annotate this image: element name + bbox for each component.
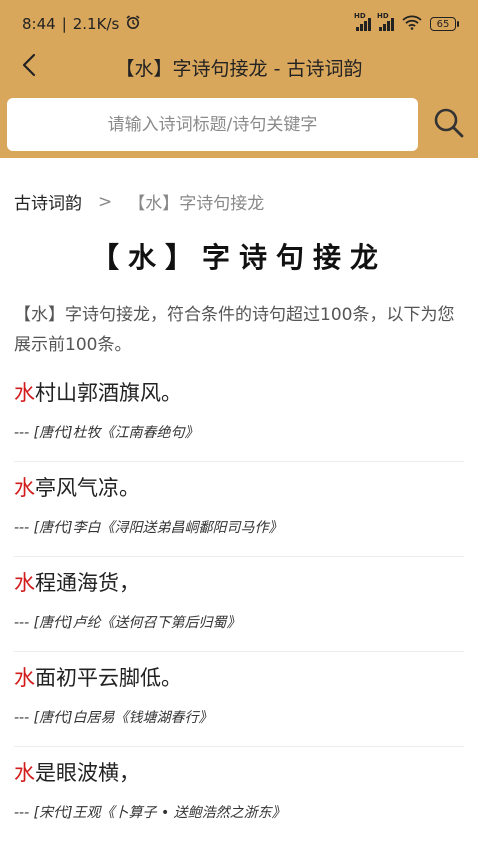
highlight-char: 水 — [14, 381, 35, 405]
status-bar: 8:44 | 2.1K/s HD HD 65 — [0, 0, 478, 48]
poem-line-text: 是眼波横， — [35, 761, 140, 785]
poem-line-text: 亭风气凉。 — [35, 476, 140, 500]
poem-line-text: 面初平云脚低。 — [35, 666, 182, 690]
poem-line: 水村山郭酒旗风。 — [14, 377, 182, 407]
poem-source[interactable]: --- [唐代]杜牧《江南春绝句》 — [14, 422, 199, 442]
highlight-char: 水 — [14, 476, 35, 500]
search-icon — [433, 107, 465, 143]
poem-line: 水面初平云脚低。 — [14, 662, 182, 692]
intro-text: 【水】字诗句接龙，符合条件的诗句超过100条，以下为您展示前100条。 — [14, 305, 455, 355]
breadcrumb-root-link[interactable]: 古诗词韵 — [14, 189, 82, 214]
poem-line-text: 村山郭酒旗风。 — [35, 381, 182, 405]
breadcrumb-current: 【水】字诗句接龙 — [128, 194, 265, 214]
list-item[interactable]: 水是眼波横， --- [宋代]王观《卜算子 • 送鲍浩然之浙东》 — [14, 747, 464, 842]
list-item[interactable]: 水村山郭酒旗风。 --- [唐代]杜牧《江南春绝句》 — [14, 367, 464, 462]
poem-line: 水亭风气凉。 — [14, 472, 140, 502]
list-item[interactable]: 水程通海货， --- [唐代]卢纶《送何召下第后归蜀》 — [14, 557, 464, 652]
page-header-title: 【水】字诗句接龙 - 古诗词韵 — [115, 57, 363, 80]
back-button[interactable] — [14, 52, 44, 82]
poem-line: 水程通海货， — [14, 567, 140, 597]
highlight-char: 水 — [14, 666, 35, 690]
poem-source[interactable]: --- [唐代]李白《浔阳送弟昌峒鄱阳司马作》 — [14, 517, 283, 537]
list-item[interactable]: 水亭风气凉。 --- [唐代]李白《浔阳送弟昌峒鄱阳司马作》 — [14, 462, 464, 557]
status-time: 8:44 — [22, 15, 56, 33]
breadcrumb-separator: > — [98, 191, 113, 212]
network-speed: 2.1K/s — [72, 15, 120, 33]
battery-indicator: 65 — [430, 17, 459, 31]
highlight-char: 水 — [14, 761, 35, 785]
highlight-char: 水 — [14, 571, 35, 595]
wifi-icon — [402, 15, 422, 33]
header-area: 8:44 | 2.1K/s HD HD 65 【水】字诗句接龙 - 古诗词韵 — [0, 0, 478, 158]
breadcrumb: 古诗词韵 > 【水】字诗句接龙 — [14, 189, 265, 215]
alarm-clock-icon — [125, 14, 141, 34]
poem-line-list: 水村山郭酒旗风。 --- [唐代]杜牧《江南春绝句》 水亭风气凉。 --- [唐… — [0, 367, 478, 842]
search-field-container[interactable] — [7, 98, 418, 151]
poem-source[interactable]: --- [唐代]白居易《钱塘湖春行》 — [14, 707, 213, 727]
poem-source[interactable]: --- [唐代]卢纶《送何召下第后归蜀》 — [14, 612, 241, 632]
poem-source[interactable]: --- [宋代]王观《卜算子 • 送鲍浩然之浙东》 — [14, 802, 286, 822]
poem-line-text: 程通海货， — [35, 571, 140, 595]
page-title: 【水】字诗句接龙 — [90, 241, 387, 274]
signal-icon-2: HD — [377, 12, 394, 31]
poem-line: 水是眼波横， — [14, 757, 140, 787]
signal-icon: HD — [354, 12, 371, 31]
list-item[interactable]: 水面初平云脚低。 --- [唐代]白居易《钱塘湖春行》 — [14, 652, 464, 747]
search-button[interactable] — [430, 106, 468, 144]
search-input[interactable] — [7, 113, 418, 136]
search-bar — [0, 98, 478, 152]
main-content: 古诗词韵 > 【水】字诗句接龙 【水】字诗句接龙 【水】字诗句接龙，符合条件的诗… — [0, 170, 478, 850]
back-arrow-icon — [22, 53, 36, 81]
nav-bar: 【水】字诗句接龙 - 古诗词韵 — [0, 48, 478, 86]
